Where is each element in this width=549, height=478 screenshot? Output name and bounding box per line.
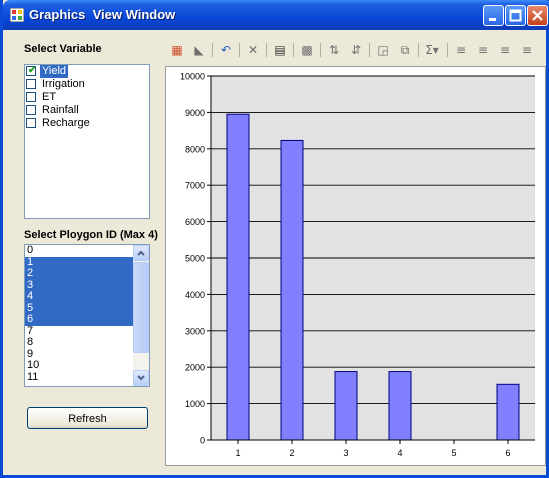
variable-checkbox[interactable]: ✔ <box>26 65 37 76</box>
maximize-button[interactable] <box>505 5 526 26</box>
close-icon <box>532 10 543 21</box>
toolbar-separator <box>447 43 448 57</box>
variable-item[interactable]: ET <box>25 91 149 104</box>
legend-icon[interactable]: ▩ <box>298 41 316 59</box>
align-center-icon[interactable]: ≡ <box>474 41 492 59</box>
variable-label: Rainfall <box>42 104 79 116</box>
y-tick-label: 2000 <box>185 363 205 373</box>
x-tick-label: 5 <box>451 448 456 458</box>
polygon-id-item[interactable]: 5 <box>25 302 133 314</box>
variable-checkbox[interactable] <box>26 79 36 89</box>
polygon-id-item[interactable]: 1 <box>25 256 133 268</box>
x-tick-label: 3 <box>343 448 348 458</box>
y-tick-label: 5000 <box>185 254 205 264</box>
polygon-id-item[interactable]: 11 <box>25 371 133 384</box>
refresh-button[interactable]: Refresh <box>27 407 148 429</box>
properties-icon[interactable]: ◲ <box>374 41 392 59</box>
variable-checkbox[interactable] <box>26 92 36 102</box>
variable-checklist[interactable]: ✔ Yield Irrigation ET Rainfall Recharge <box>24 64 150 219</box>
bar <box>226 113 250 441</box>
toolbar-separator <box>266 43 267 57</box>
variable-item[interactable]: Rainfall <box>25 104 149 117</box>
toolbar-separator <box>239 43 240 57</box>
polygon-id-item[interactable]: 7 <box>25 325 133 338</box>
y-tick-label: 0 <box>200 436 205 446</box>
scroll-down-icon <box>137 375 145 381</box>
sum-icon[interactable]: Σ▾ <box>423 41 441 59</box>
bar <box>334 371 358 441</box>
y-tick-label: 7000 <box>185 181 205 191</box>
area-chart-icon[interactable]: ◣ <box>190 41 208 59</box>
title-bar[interactable]: Graphics View Window <box>3 0 549 30</box>
sort-descending-icon[interactable]: ⇵ <box>347 41 365 59</box>
select-polygon-label: Select Ploygon ID (Max 4) <box>24 229 158 241</box>
app-icon <box>10 8 24 22</box>
y-tick-label: 9000 <box>185 108 205 118</box>
variable-item[interactable]: ✔ Yield <box>25 65 149 78</box>
sort-ascending-icon[interactable]: ⇅ <box>325 41 343 59</box>
select-variable-label: Select Variable <box>24 43 102 55</box>
variable-item[interactable]: Recharge <box>25 117 149 130</box>
toolbar-separator <box>418 43 419 57</box>
maximize-icon <box>509 9 522 22</box>
scroll-up-button[interactable] <box>133 245 149 261</box>
polygon-id-item[interactable]: 3 <box>25 279 133 291</box>
polygon-id-item[interactable]: 4 <box>25 290 133 303</box>
polygon-id-item[interactable]: 10 <box>25 359 133 372</box>
variable-label: Irrigation <box>42 78 85 90</box>
bar <box>388 371 412 441</box>
x-tick-label: 4 <box>397 448 402 458</box>
bar <box>496 383 520 441</box>
y-tick-label: 8000 <box>185 144 205 154</box>
scroll-down-button[interactable] <box>133 370 149 386</box>
polygon-id-listbox[interactable]: 0 1 2 3 4 5 6 7 8 9 10 11 <box>24 244 150 387</box>
scroll-up-icon <box>137 250 145 256</box>
polygon-id-item[interactable]: 8 <box>25 336 133 349</box>
delete-icon[interactable]: ✕ <box>244 41 262 59</box>
y-tick-label: 1000 <box>185 399 205 409</box>
variable-checkbox[interactable] <box>26 105 36 115</box>
chart-panel: 0 1000 2000 3000 4000 5000 6000 7000 8000 9000 100… <box>165 66 546 466</box>
variable-item[interactable]: Irrigation <box>25 78 149 91</box>
window-title: Graphics View Window <box>29 7 176 22</box>
y-tick-label: 3000 <box>185 326 205 336</box>
format-icon[interactable]: ≡ <box>518 41 536 59</box>
toolbar-separator <box>293 43 294 57</box>
x-tick-label: 6 <box>505 448 510 458</box>
variable-label: Yield <box>40 65 69 78</box>
data-grid-icon[interactable]: ▤ <box>271 41 289 59</box>
bar-chart: 0 1000 2000 3000 4000 5000 6000 7000 8000 9000 100… <box>180 72 535 458</box>
chart-toolbar: ▦ ◣ ↶ ✕ ▤ ▩ ⇅ ⇵ ◲ ⧉ Σ▾ ≡ ≡ ≡ ≡ <box>168 39 546 63</box>
toolbar-separator <box>212 43 213 57</box>
scroll-thumb[interactable] <box>133 262 149 353</box>
checkmark-icon: ✔ <box>28 65 37 76</box>
bar <box>280 139 304 441</box>
minimize-icon <box>489 18 496 21</box>
polygon-id-item[interactable]: 2 <box>25 267 133 280</box>
align-right-icon[interactable]: ≡ <box>496 41 514 59</box>
undo-icon[interactable]: ↶ <box>217 41 235 59</box>
align-left-icon[interactable]: ≡ <box>452 41 470 59</box>
toolbar-separator <box>369 43 370 57</box>
polygon-id-item[interactable]: 9 <box>25 348 133 361</box>
variable-label: ET <box>42 91 57 103</box>
chart-type-icon[interactable]: ▦ <box>168 41 186 59</box>
x-tick-label: 2 <box>289 448 294 458</box>
variable-checkbox[interactable] <box>26 118 36 128</box>
graphics-view-window: Graphics View Window Select Variable ✔ Yi… <box>0 0 549 478</box>
y-tick-label: 10000 <box>180 72 205 82</box>
polygon-id-item[interactable]: 0 <box>25 245 133 257</box>
y-tick-label: 4000 <box>185 290 205 300</box>
variable-label: Recharge <box>42 117 90 129</box>
x-tick-label: 1 <box>235 448 240 458</box>
polygon-list-scrollbar[interactable] <box>133 245 149 386</box>
minimize-button[interactable] <box>483 5 504 26</box>
toolbar-separator <box>320 43 321 57</box>
close-button[interactable] <box>527 5 548 26</box>
polygon-id-item[interactable]: 6 <box>25 313 133 326</box>
y-tick-label: 6000 <box>185 217 205 227</box>
copy-icon[interactable]: ⧉ <box>396 41 414 59</box>
